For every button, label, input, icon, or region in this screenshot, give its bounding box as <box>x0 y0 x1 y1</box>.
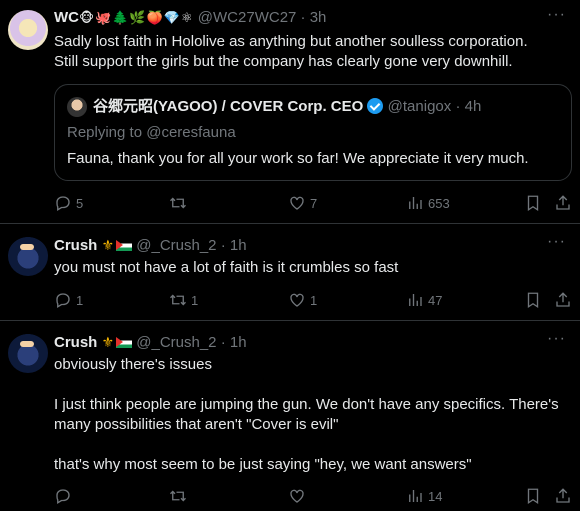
quote-handle: @tanigox <box>387 98 452 115</box>
reply-button[interactable] <box>54 486 76 506</box>
views-icon <box>409 490 422 502</box>
quote-header: 谷郷元昭(YAGOO) / COVER Corp. CEO @tanigox ·… <box>93 98 482 115</box>
tweet-1[interactable]: WC🐵🐙🌲🌿🍑💎⚛ @WC27WC27 · 3h ··· Sadly lost … <box>0 0 580 220</box>
retweet-icon <box>170 294 186 306</box>
share-button[interactable] <box>554 290 572 310</box>
bookmark-button[interactable] <box>524 193 542 213</box>
tweet-text: Sadly lost faith in Hololive as anything… <box>54 33 528 70</box>
heart-icon <box>290 489 304 503</box>
views-button[interactable]: 14 <box>406 486 442 506</box>
quote-author-name: 谷郷元昭(YAGOO) / COVER Corp. CEO <box>93 98 364 115</box>
retweet-button[interactable]: 1 <box>169 290 198 310</box>
avatar[interactable] <box>8 236 48 276</box>
timestamp[interactable]: 1h <box>230 334 247 351</box>
heart-icon <box>290 293 304 307</box>
reply-button[interactable]: 5 <box>54 193 83 213</box>
avatar[interactable] <box>8 10 48 50</box>
replying-to: Replying to @ceresfauna <box>67 124 236 141</box>
crown-icon: ⚜ <box>101 334 115 350</box>
quote-text: Fauna, thank you for all your work so fa… <box>67 150 529 167</box>
tweet-text: obviously there's issues I just think pe… <box>54 356 559 473</box>
retweet-icon <box>170 197 186 209</box>
tweet-header: Crush ⚜ @_Crush_2 · 1h <box>54 237 247 254</box>
reply-icon <box>56 293 70 308</box>
crown-icon: ⚜ <box>101 237 115 253</box>
author-name[interactable]: Crush <box>54 237 97 254</box>
author-handle[interactable]: @_Crush_2 <box>136 334 216 351</box>
quote-avatar <box>67 97 87 117</box>
bookmark-button[interactable] <box>524 290 542 310</box>
views-icon <box>409 197 422 209</box>
reply-button[interactable]: 1 <box>54 290 83 310</box>
retweet-button[interactable] <box>169 486 191 506</box>
share-icon <box>556 195 570 210</box>
action-bar: 14 <box>54 486 572 506</box>
reply-icon <box>56 196 70 211</box>
quoted-tweet[interactable]: 谷郷元昭(YAGOO) / COVER Corp. CEO @tanigox ·… <box>54 84 572 181</box>
verified-badge-icon <box>367 98 384 114</box>
bookmark-button[interactable] <box>524 486 542 506</box>
author-name[interactable]: WC <box>54 9 79 26</box>
more-options-icon[interactable]: ··· <box>547 330 566 348</box>
quote-timestamp: 4h <box>464 98 482 115</box>
bookmark-icon <box>527 488 539 505</box>
tweet-header: Crush ⚜ @_Crush_2 · 1h <box>54 334 247 351</box>
retweet-icon <box>170 490 186 502</box>
heart-icon <box>290 196 304 210</box>
like-button[interactable]: 7 <box>288 193 317 213</box>
tweet-header: WC🐵🐙🌲🌿🍑💎⚛ @WC27WC27 · 3h <box>54 9 327 26</box>
share-icon <box>556 488 570 503</box>
timestamp[interactable]: 1h <box>230 237 247 254</box>
tweet-2[interactable]: Crush ⚜ @_Crush_2 · 1h ··· you must not … <box>0 224 580 321</box>
author-handle[interactable]: @_Crush_2 <box>136 237 216 254</box>
flag-icon <box>116 240 133 251</box>
share-button[interactable] <box>554 193 572 213</box>
more-options-icon[interactable]: ··· <box>547 233 566 251</box>
tweet-text: you must not have a lot of faith is it c… <box>54 259 399 276</box>
like-button[interactable] <box>288 486 310 506</box>
flag-icon <box>116 337 133 348</box>
like-button[interactable]: 1 <box>288 290 317 310</box>
avatar[interactable] <box>8 333 48 373</box>
views-button[interactable]: 47 <box>406 290 442 310</box>
tweet-3[interactable]: Crush ⚜ @_Crush_2 · 1h ··· obviously the… <box>0 321 580 511</box>
views-icon <box>409 294 422 306</box>
author-handle[interactable]: @WC27WC27 <box>198 9 297 26</box>
reply-icon <box>56 489 70 504</box>
bookmark-icon <box>527 195 539 212</box>
share-button[interactable] <box>554 486 572 506</box>
name-emojis: 🐵🐙🌲🌿🍑💎⚛ <box>79 10 194 25</box>
retweet-button[interactable] <box>169 193 191 213</box>
more-options-icon[interactable]: ··· <box>547 6 566 24</box>
action-bar: 1 1 1 47 <box>54 290 572 310</box>
bookmark-icon <box>527 292 539 309</box>
share-icon <box>556 292 570 307</box>
timestamp[interactable]: 3h <box>310 9 327 26</box>
views-button[interactable]: 653 <box>406 193 450 213</box>
action-bar: 5 7 653 <box>54 193 572 213</box>
author-name[interactable]: Crush <box>54 334 97 351</box>
